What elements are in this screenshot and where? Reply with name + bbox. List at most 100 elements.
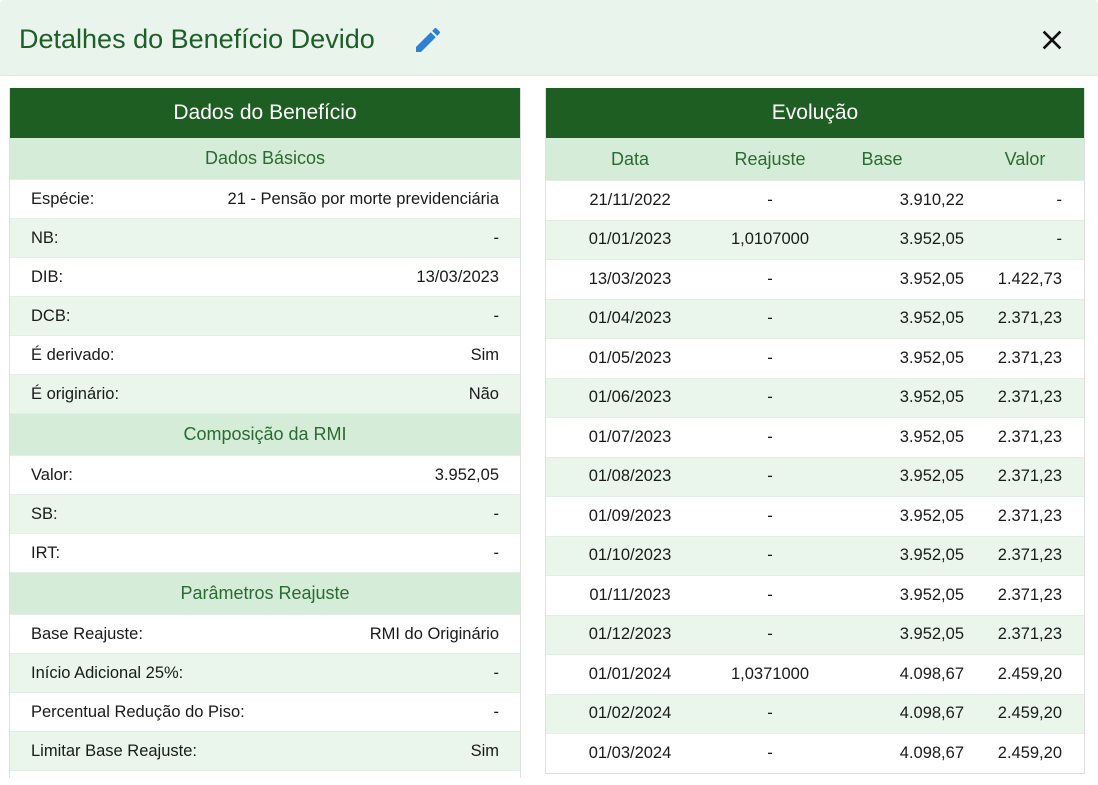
cell-reajuste: 1,0107000: [731, 230, 809, 249]
cell-reajuste: -: [767, 704, 773, 723]
detail-label: Limitar Base Reajuste:: [31, 741, 197, 760]
cell-valor: 2.371,23: [997, 467, 1062, 486]
detail-value: Não: [468, 384, 499, 403]
detail-row: Base Reajuste: RMI do Originário: [10, 615, 520, 654]
evolution-panel: Evolução Data Reajuste Base Valor 21/11/…: [545, 88, 1085, 774]
detail-row: IRT: -: [10, 534, 520, 573]
section-header: Parâmetros Reajuste: [10, 573, 520, 615]
table-row: 01/11/2023 - 3.952,05 2.371,23: [546, 576, 1084, 616]
cell-base: 3.952,05: [899, 506, 964, 525]
detail-value: Sim: [470, 345, 499, 364]
table-row: 01/03/2024 - 4.098,67 2.459,20: [546, 734, 1084, 773]
cell-base: 3.952,05: [899, 427, 964, 446]
cell-base: 3.952,05: [899, 230, 964, 249]
detail-row: DIB: 13/03/2023: [10, 258, 520, 297]
close-icon[interactable]: [1036, 24, 1068, 56]
detail-label: Espécie:: [31, 189, 95, 208]
detail-label: DIB:: [31, 267, 64, 286]
detail-row: Valor: 3.952,05: [10, 456, 520, 495]
cell-reajuste: -: [767, 427, 773, 446]
detail-value: -: [493, 663, 500, 682]
cell-base: 3.952,05: [899, 388, 964, 407]
cell-base: 3.952,05: [899, 309, 964, 328]
detail-value: 13/03/2023: [416, 267, 499, 286]
cell-reajuste: -: [767, 348, 773, 367]
detail-label: É originário:: [31, 384, 120, 403]
cell-reajuste: -: [767, 585, 773, 604]
cell-base: 4.098,67: [899, 664, 964, 683]
detail-label: É derivado:: [31, 345, 115, 364]
evolution-table-header: Data Reajuste Base Valor: [546, 138, 1084, 181]
cell-data: 01/01/2023: [588, 230, 672, 249]
column-header-valor: Valor: [1004, 148, 1046, 169]
detail-value: 3.952,05: [434, 465, 499, 484]
table-row: 01/07/2023 - 3.952,05 2.371,23: [546, 418, 1084, 458]
cell-reajuste: -: [767, 269, 773, 288]
cell-reajuste: -: [767, 625, 773, 644]
cell-reajuste: -: [767, 388, 773, 407]
table-row: 01/01/2023 1,0107000 3.952,05 -: [546, 220, 1084, 260]
cell-valor: -: [1056, 190, 1063, 209]
detail-value: -: [493, 504, 500, 523]
table-row: 01/02/2024 - 4.098,67 2.459,20: [546, 694, 1084, 734]
detail-row: SB: -: [10, 495, 520, 534]
detail-value: Sim: [470, 741, 499, 760]
detail-row: É originário: Não: [10, 375, 520, 414]
detail-label: IRT:: [31, 543, 61, 562]
table-row: 01/09/2023 - 3.952,05 2.371,23: [546, 497, 1084, 537]
table-row: 01/10/2023 - 3.952,05 2.371,23: [546, 536, 1084, 576]
column-header-data: Data: [610, 148, 650, 169]
cell-valor: 2.371,23: [997, 625, 1062, 644]
cell-data: 01/09/2023: [588, 506, 672, 525]
cell-data: 01/01/2024: [588, 664, 672, 683]
detail-label: NB:: [31, 228, 59, 247]
cell-reajuste: -: [767, 743, 773, 762]
cell-reajuste: -: [767, 309, 773, 328]
cell-reajuste: -: [767, 506, 773, 525]
detail-label: Início Adicional 25%:: [31, 663, 184, 682]
cell-valor: 2.371,23: [997, 309, 1062, 328]
cell-base: 3.952,05: [899, 269, 964, 288]
cell-base: 3.952,05: [899, 348, 964, 367]
cell-data: 01/05/2023: [588, 348, 672, 367]
benefit-data-body: Dados Básicos Espécie: 21 - Pensão por mor…: [10, 138, 520, 771]
cell-data: 01/07/2023: [588, 427, 672, 446]
detail-label: DCB:: [31, 306, 71, 325]
table-row: 01/12/2023 - 3.952,05 2.371,23: [546, 615, 1084, 655]
dialog-header: Detalhes do Benefício Devido: [0, 0, 1098, 76]
detail-label: Base Reajuste:: [31, 624, 143, 643]
section-header: Composição da RMI: [10, 414, 520, 456]
section-header: Dados Básicos: [10, 138, 520, 180]
column-header-base: Base: [861, 148, 903, 169]
detail-value: -: [493, 228, 500, 247]
cell-valor: 2.371,23: [997, 546, 1062, 565]
cell-reajuste: -: [767, 467, 773, 486]
cell-base: 3.952,05: [899, 546, 964, 565]
cell-base: 4.098,67: [899, 704, 964, 723]
cell-valor: 2.459,20: [997, 664, 1062, 683]
pencil-icon[interactable]: [412, 24, 444, 56]
cell-valor: 2.371,23: [997, 427, 1062, 446]
cell-valor: 2.371,23: [997, 506, 1062, 525]
detail-row: Início Adicional 25%: -: [10, 654, 520, 693]
detail-row: Limitar Base Reajuste: Sim: [10, 732, 520, 771]
detail-value: -: [493, 306, 500, 325]
cell-data: 01/08/2023: [588, 467, 672, 486]
cell-valor: 1.422,73: [997, 269, 1062, 288]
cell-reajuste: -: [767, 546, 773, 565]
cell-base: 3.952,05: [899, 625, 964, 644]
detail-value: 21 - Pensão por morte previdenciária: [227, 189, 499, 208]
detail-label: SB:: [31, 504, 58, 523]
cell-data: 01/06/2023: [588, 388, 672, 407]
detail-row: DCB: -: [10, 297, 520, 336]
table-row: 01/04/2023 - 3.952,05 2.371,23: [546, 299, 1084, 339]
cell-base: 3.952,05: [899, 585, 964, 604]
column-header-reajuste: Reajuste: [734, 148, 806, 169]
cell-valor: 2.459,20: [997, 743, 1062, 762]
cell-reajuste: 1,0371000: [731, 664, 809, 683]
cell-valor: 2.371,23: [997, 348, 1062, 367]
benefit-data-title: Dados do Benefício: [10, 88, 520, 138]
table-row: 01/01/2024 1,0371000 4.098,67 2.459,20: [546, 655, 1084, 695]
cell-data: 01/03/2024: [588, 743, 672, 762]
detail-value: -: [493, 702, 500, 721]
